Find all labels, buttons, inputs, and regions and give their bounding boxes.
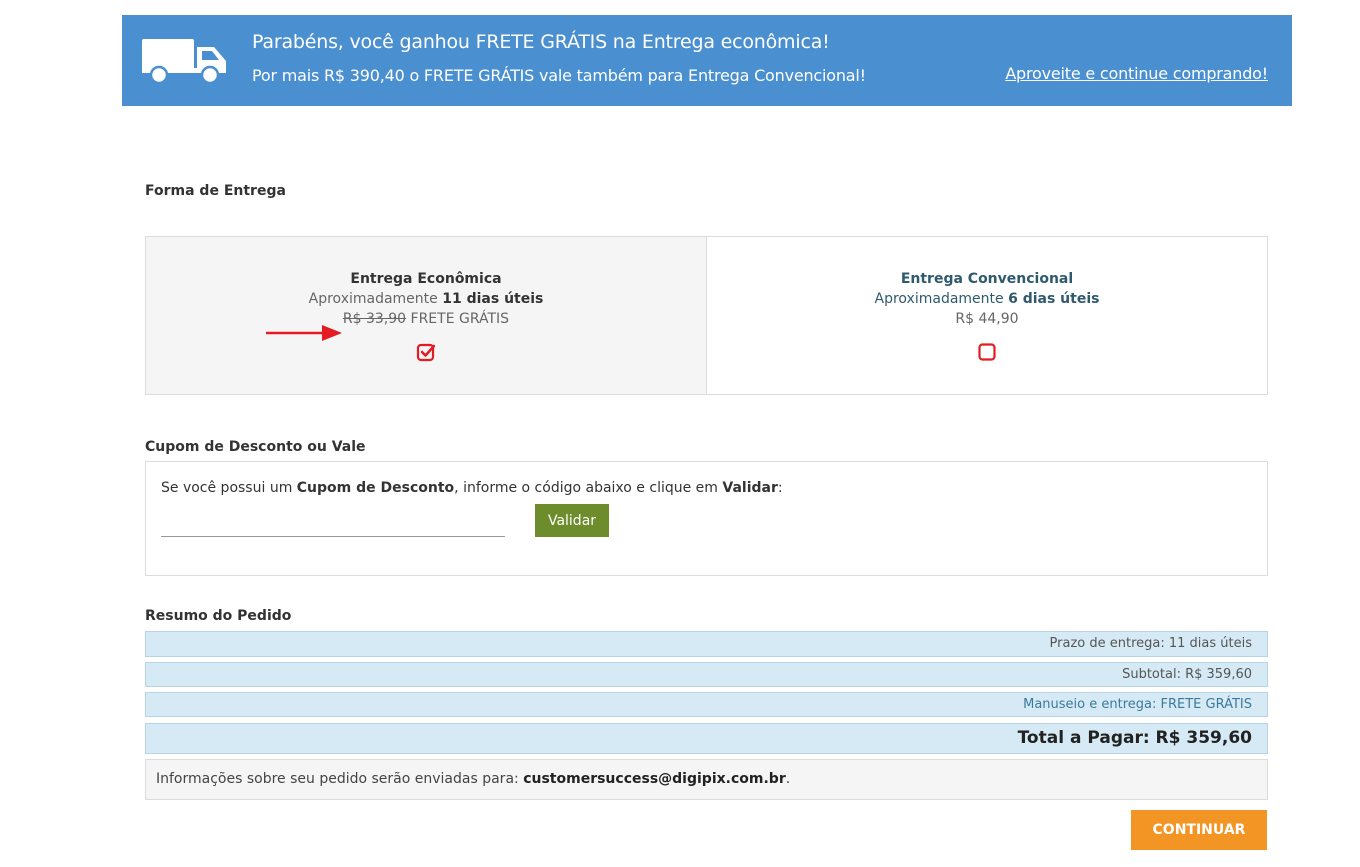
- banner-headline: Parabéns, você ganhou FRETE GRÁTIS na En…: [252, 31, 830, 53]
- shipping-option-convencional[interactable]: Entrega Convencional Aproximadamente 6 d…: [707, 237, 1267, 394]
- shipping-option-economica[interactable]: Entrega Econômica Aproximadamente 11 dia…: [146, 237, 707, 394]
- shipping-option-time: Aproximadamente 11 dias úteis: [308, 291, 544, 307]
- checkbox-unchecked-icon[interactable]: [977, 342, 997, 362]
- summary-subtotal: Subtotal: R$ 359,60: [145, 662, 1268, 687]
- coupon-instructions: Se você possui um Cupom de Desconto, inf…: [161, 480, 783, 496]
- summary-section-title: Resumo do Pedido: [145, 608, 292, 624]
- summary-delivery-time: Prazo de entrega: 11 dias úteis: [145, 631, 1268, 657]
- free-shipping-banner: Parabéns, você ganhou FRETE GRÁTIS na En…: [122, 15, 1292, 106]
- banner-subline: Por mais R$ 390,40 o FRETE GRÁTIS vale t…: [252, 66, 866, 85]
- shipping-option-time: Aproximadamente 6 dias úteis: [874, 291, 1100, 307]
- customer-email: customersuccess@digipix.com.br: [523, 771, 786, 787]
- validate-button[interactable]: Validar: [535, 504, 609, 537]
- order-info-notice: Informações sobre seu pedido serão envia…: [145, 759, 1268, 800]
- coupon-input[interactable]: [161, 508, 505, 537]
- old-price: R$ 33,90: [342, 311, 407, 327]
- shipping-options: Entrega Econômica Aproximadamente 11 dia…: [145, 236, 1268, 395]
- summary-handling: Manuseio e entrega: FRETE GRÁTIS: [145, 692, 1268, 717]
- shipping-section-title: Forma de Entrega: [145, 183, 286, 199]
- checkbox-checked-icon[interactable]: [416, 342, 436, 362]
- continue-button[interactable]: CONTINUAR: [1131, 810, 1267, 850]
- shipping-option-price: R$ 44,90: [955, 311, 1019, 327]
- shipping-option-name: Entrega Convencional: [900, 271, 1074, 287]
- truck-icon: [142, 37, 228, 89]
- shipping-option-name: Entrega Econômica: [350, 271, 502, 287]
- shipping-option-price: R$ 33,90 FRETE GRÁTIS: [342, 311, 510, 327]
- continue-shopping-link[interactable]: Aproveite e continue comprando!: [1005, 64, 1268, 83]
- coupon-box: Se você possui um Cupom de Desconto, inf…: [145, 461, 1268, 576]
- coupon-section-title: Cupom de Desconto ou Vale: [145, 439, 366, 455]
- arrow-icon: [266, 325, 342, 347]
- summary-total: Total a Pagar: R$ 359,60: [145, 723, 1268, 754]
